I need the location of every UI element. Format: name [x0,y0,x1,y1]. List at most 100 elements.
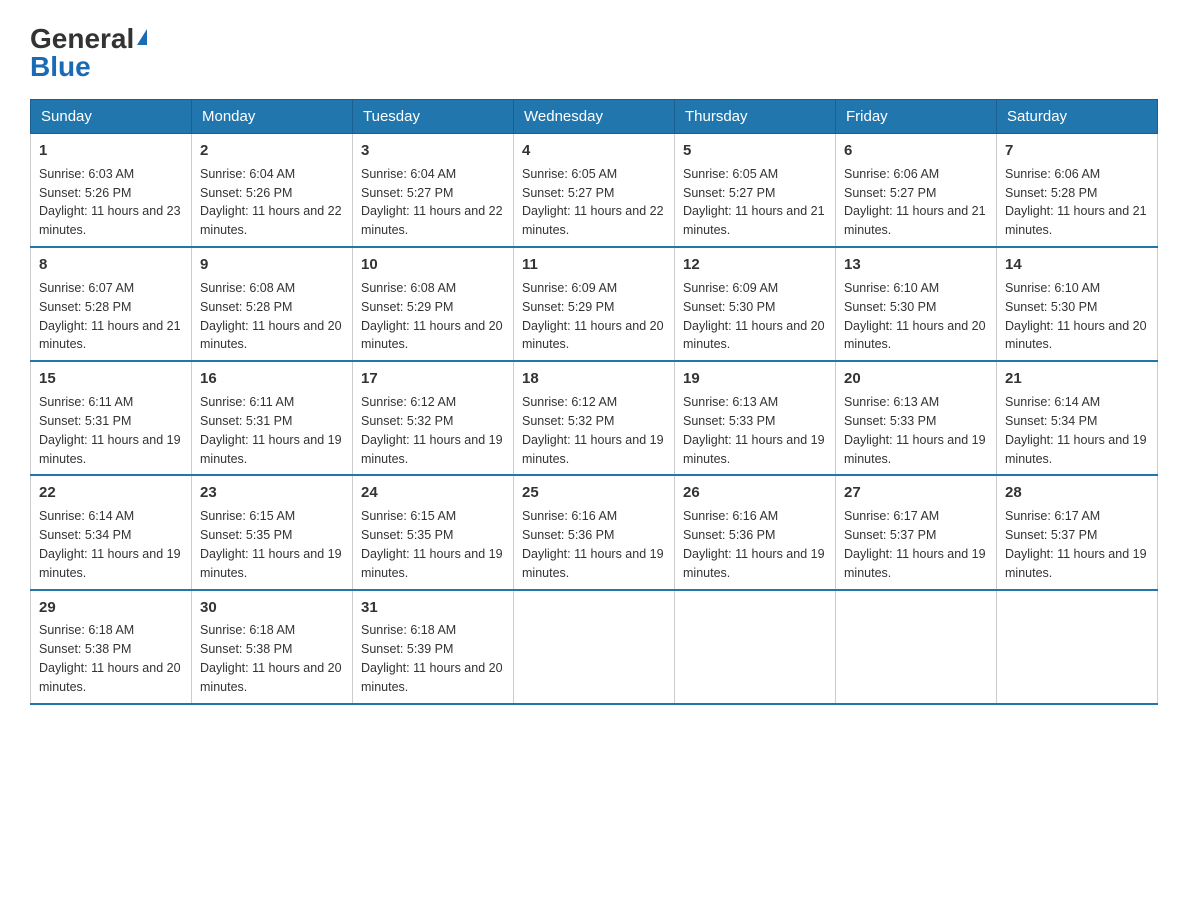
day-number: 25 [522,482,666,504]
day-sunrise: Sunrise: 6:11 AM [200,395,294,409]
day-number: 26 [683,482,827,504]
day-daylight: Daylight: 11 hours and 19 minutes. [683,547,825,580]
day-daylight: Daylight: 11 hours and 19 minutes. [522,433,664,466]
day-sunrise: Sunrise: 6:17 AM [1005,509,1100,523]
day-daylight: Daylight: 11 hours and 19 minutes. [361,433,503,466]
weekday-header-row: SundayMondayTuesdayWednesdayThursdayFrid… [31,100,1158,134]
day-sunrise: Sunrise: 6:17 AM [844,509,939,523]
calendar-cell: 13 Sunrise: 6:10 AM Sunset: 5:30 PM Dayl… [836,247,997,361]
day-sunset: Sunset: 5:34 PM [1005,414,1097,428]
day-sunrise: Sunrise: 6:09 AM [683,281,778,295]
day-sunrise: Sunrise: 6:11 AM [39,395,133,409]
calendar-cell: 29 Sunrise: 6:18 AM Sunset: 5:38 PM Dayl… [31,590,192,704]
calendar-cell: 10 Sunrise: 6:08 AM Sunset: 5:29 PM Dayl… [353,247,514,361]
logo-triangle-icon [137,29,147,45]
weekday-header-monday: Monday [192,100,353,134]
calendar-cell [997,590,1158,704]
day-sunrise: Sunrise: 6:13 AM [844,395,939,409]
day-daylight: Daylight: 11 hours and 19 minutes. [844,547,986,580]
calendar-cell: 23 Sunrise: 6:15 AM Sunset: 5:35 PM Dayl… [192,475,353,589]
day-daylight: Daylight: 11 hours and 20 minutes. [683,319,825,352]
calendar-cell: 1 Sunrise: 6:03 AM Sunset: 5:26 PM Dayli… [31,134,192,248]
day-daylight: Daylight: 11 hours and 19 minutes. [39,433,181,466]
day-sunset: Sunset: 5:33 PM [844,414,936,428]
day-number: 16 [200,368,344,390]
day-sunset: Sunset: 5:35 PM [200,528,292,542]
calendar-cell: 19 Sunrise: 6:13 AM Sunset: 5:33 PM Dayl… [675,361,836,475]
day-number: 14 [1005,254,1149,276]
day-sunset: Sunset: 5:33 PM [683,414,775,428]
day-number: 6 [844,140,988,162]
calendar-cell: 20 Sunrise: 6:13 AM Sunset: 5:33 PM Dayl… [836,361,997,475]
week-row-4: 22 Sunrise: 6:14 AM Sunset: 5:34 PM Dayl… [31,475,1158,589]
day-number: 5 [683,140,827,162]
day-sunset: Sunset: 5:38 PM [39,642,131,656]
calendar-cell: 6 Sunrise: 6:06 AM Sunset: 5:27 PM Dayli… [836,134,997,248]
calendar-cell [675,590,836,704]
day-sunset: Sunset: 5:32 PM [361,414,453,428]
day-number: 27 [844,482,988,504]
day-daylight: Daylight: 11 hours and 22 minutes. [522,204,664,237]
calendar-cell: 4 Sunrise: 6:05 AM Sunset: 5:27 PM Dayli… [514,134,675,248]
calendar-cell: 14 Sunrise: 6:10 AM Sunset: 5:30 PM Dayl… [997,247,1158,361]
day-daylight: Daylight: 11 hours and 19 minutes. [522,547,664,580]
day-sunset: Sunset: 5:27 PM [844,186,936,200]
day-sunset: Sunset: 5:27 PM [522,186,614,200]
weekday-header-thursday: Thursday [675,100,836,134]
day-daylight: Daylight: 11 hours and 19 minutes. [1005,547,1147,580]
calendar-cell: 18 Sunrise: 6:12 AM Sunset: 5:32 PM Dayl… [514,361,675,475]
day-daylight: Daylight: 11 hours and 19 minutes. [200,547,342,580]
day-number: 28 [1005,482,1149,504]
day-sunset: Sunset: 5:35 PM [361,528,453,542]
day-sunrise: Sunrise: 6:04 AM [361,167,456,181]
day-sunrise: Sunrise: 6:07 AM [39,281,134,295]
day-daylight: Daylight: 11 hours and 19 minutes. [683,433,825,466]
day-sunrise: Sunrise: 6:10 AM [844,281,939,295]
day-sunset: Sunset: 5:39 PM [361,642,453,656]
calendar-cell: 7 Sunrise: 6:06 AM Sunset: 5:28 PM Dayli… [997,134,1158,248]
day-number: 19 [683,368,827,390]
day-sunrise: Sunrise: 6:10 AM [1005,281,1100,295]
day-sunset: Sunset: 5:36 PM [522,528,614,542]
day-sunrise: Sunrise: 6:16 AM [522,509,617,523]
day-sunset: Sunset: 5:29 PM [361,300,453,314]
day-number: 21 [1005,368,1149,390]
day-sunrise: Sunrise: 6:05 AM [522,167,617,181]
day-daylight: Daylight: 11 hours and 20 minutes. [844,319,986,352]
day-sunrise: Sunrise: 6:14 AM [1005,395,1100,409]
day-sunset: Sunset: 5:30 PM [844,300,936,314]
day-sunrise: Sunrise: 6:06 AM [1005,167,1100,181]
day-number: 30 [200,597,344,619]
calendar-cell: 3 Sunrise: 6:04 AM Sunset: 5:27 PM Dayli… [353,134,514,248]
calendar-cell: 30 Sunrise: 6:18 AM Sunset: 5:38 PM Dayl… [192,590,353,704]
day-number: 1 [39,140,183,162]
logo: General Blue [30,20,147,81]
day-sunrise: Sunrise: 6:15 AM [200,509,295,523]
day-daylight: Daylight: 11 hours and 23 minutes. [39,204,181,237]
day-sunrise: Sunrise: 6:03 AM [39,167,134,181]
day-number: 2 [200,140,344,162]
day-sunrise: Sunrise: 6:13 AM [683,395,778,409]
day-sunset: Sunset: 5:30 PM [1005,300,1097,314]
day-number: 3 [361,140,505,162]
day-daylight: Daylight: 11 hours and 19 minutes. [200,433,342,466]
weekday-header-wednesday: Wednesday [514,100,675,134]
logo-blue-text: Blue [30,53,91,81]
day-sunset: Sunset: 5:38 PM [200,642,292,656]
day-number: 24 [361,482,505,504]
calendar-cell: 21 Sunrise: 6:14 AM Sunset: 5:34 PM Dayl… [997,361,1158,475]
week-row-5: 29 Sunrise: 6:18 AM Sunset: 5:38 PM Dayl… [31,590,1158,704]
day-sunrise: Sunrise: 6:05 AM [683,167,778,181]
day-sunset: Sunset: 5:28 PM [200,300,292,314]
day-number: 17 [361,368,505,390]
logo-general-text: General [30,25,134,53]
day-number: 15 [39,368,183,390]
day-daylight: Daylight: 11 hours and 21 minutes. [683,204,825,237]
weekday-header-sunday: Sunday [31,100,192,134]
calendar-cell: 17 Sunrise: 6:12 AM Sunset: 5:32 PM Dayl… [353,361,514,475]
day-sunrise: Sunrise: 6:08 AM [200,281,295,295]
day-sunrise: Sunrise: 6:12 AM [522,395,617,409]
day-sunrise: Sunrise: 6:08 AM [361,281,456,295]
day-sunset: Sunset: 5:31 PM [39,414,131,428]
day-sunset: Sunset: 5:28 PM [1005,186,1097,200]
